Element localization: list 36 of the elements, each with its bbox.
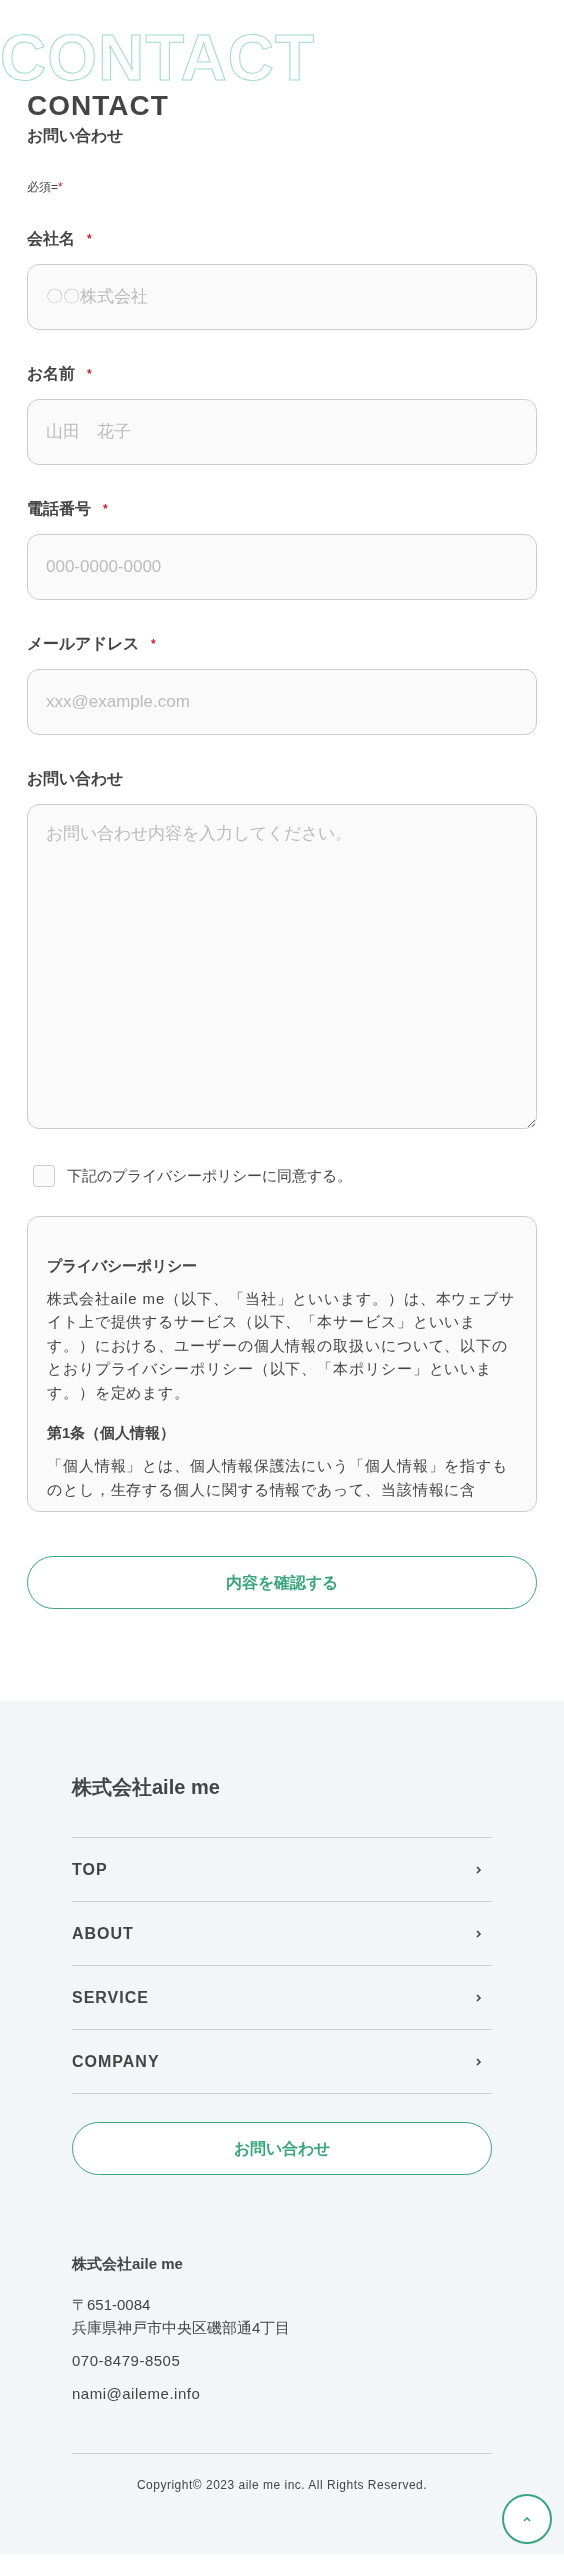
- agree-label: 下記のプライバシーポリシーに同意する。: [67, 1166, 352, 1186]
- chevron-right-icon: [474, 1992, 484, 2003]
- input-field[interactable]: xxx@example.com: [27, 669, 537, 735]
- page-subtitle: お問い合わせ: [27, 126, 123, 146]
- input-field[interactable]: 000-0000-0000: [27, 534, 537, 600]
- policy-heading: 第1条（個人情報）: [47, 1423, 177, 1443]
- message-field[interactable]: お問い合わせ内容を入力してください。: [27, 804, 537, 1129]
- company-name: 株式会社aile me: [72, 2254, 183, 2274]
- chevron-right-icon: [474, 1864, 484, 1875]
- required-note: 必須=*: [27, 179, 63, 196]
- field-label: お問い合わせ: [27, 769, 123, 789]
- footer-nav-link[interactable]: COMPANY: [72, 2030, 492, 2094]
- footer-company-name: 株式会社aile me: [72, 1775, 221, 1800]
- policy-paragraph: 株式会社aile me（以下、「当社」といいます。）は、本ウェブサイト上で提供するサービス（以下、「本サービス」といいます。）における、ユーザーの個人情報の取扱いについて、以下のとおりプライバシーポリシー（以下、「本ポリシー」といいます。）を定めます。: [47, 1288, 517, 1403]
- field-label: 会社名 *: [27, 229, 92, 249]
- chevron-right-icon: [474, 1928, 484, 1939]
- field-label: メールアドレス *: [27, 634, 156, 654]
- input-field[interactable]: 山田 花子: [27, 399, 537, 465]
- chevron-right-icon: [474, 2056, 484, 2067]
- address: 兵庫県神戸市中央区磯部通4丁目: [72, 2318, 291, 2338]
- postal-code: 〒651-0084: [72, 2295, 151, 2315]
- agree-checkbox[interactable]: [33, 1165, 55, 1188]
- field-label: お名前 *: [27, 364, 92, 384]
- background-title: CONTACT: [0, 30, 316, 86]
- page-title: CONTACT: [27, 89, 169, 123]
- policy-paragraph: 「個人情報」とは、個人情報保護法にいう「個人情報」を指すものとし，生存する個人に関する情報であって、当該情報に含: [47, 1456, 510, 1500]
- footer-nav-link[interactable]: TOP: [72, 1838, 492, 1902]
- footer-nav-link[interactable]: SERVICE: [72, 1966, 492, 2030]
- policy-title: プライバシーポリシー: [47, 1255, 198, 1276]
- email-address: nami@aileme.info: [72, 2384, 201, 2404]
- copyright: Copyright© 2023 aile me inc. All Rights Reserved.: [136, 2477, 428, 2494]
- field-label: 電話番号 *: [27, 499, 108, 519]
- chevron-up-icon: [522, 2514, 532, 2524]
- back-to-top-button[interactable]: [502, 2494, 552, 2544]
- footer-nav-link[interactable]: ABOUT: [72, 1902, 492, 1966]
- phone-number: 070-8479-8505: [72, 2351, 181, 2371]
